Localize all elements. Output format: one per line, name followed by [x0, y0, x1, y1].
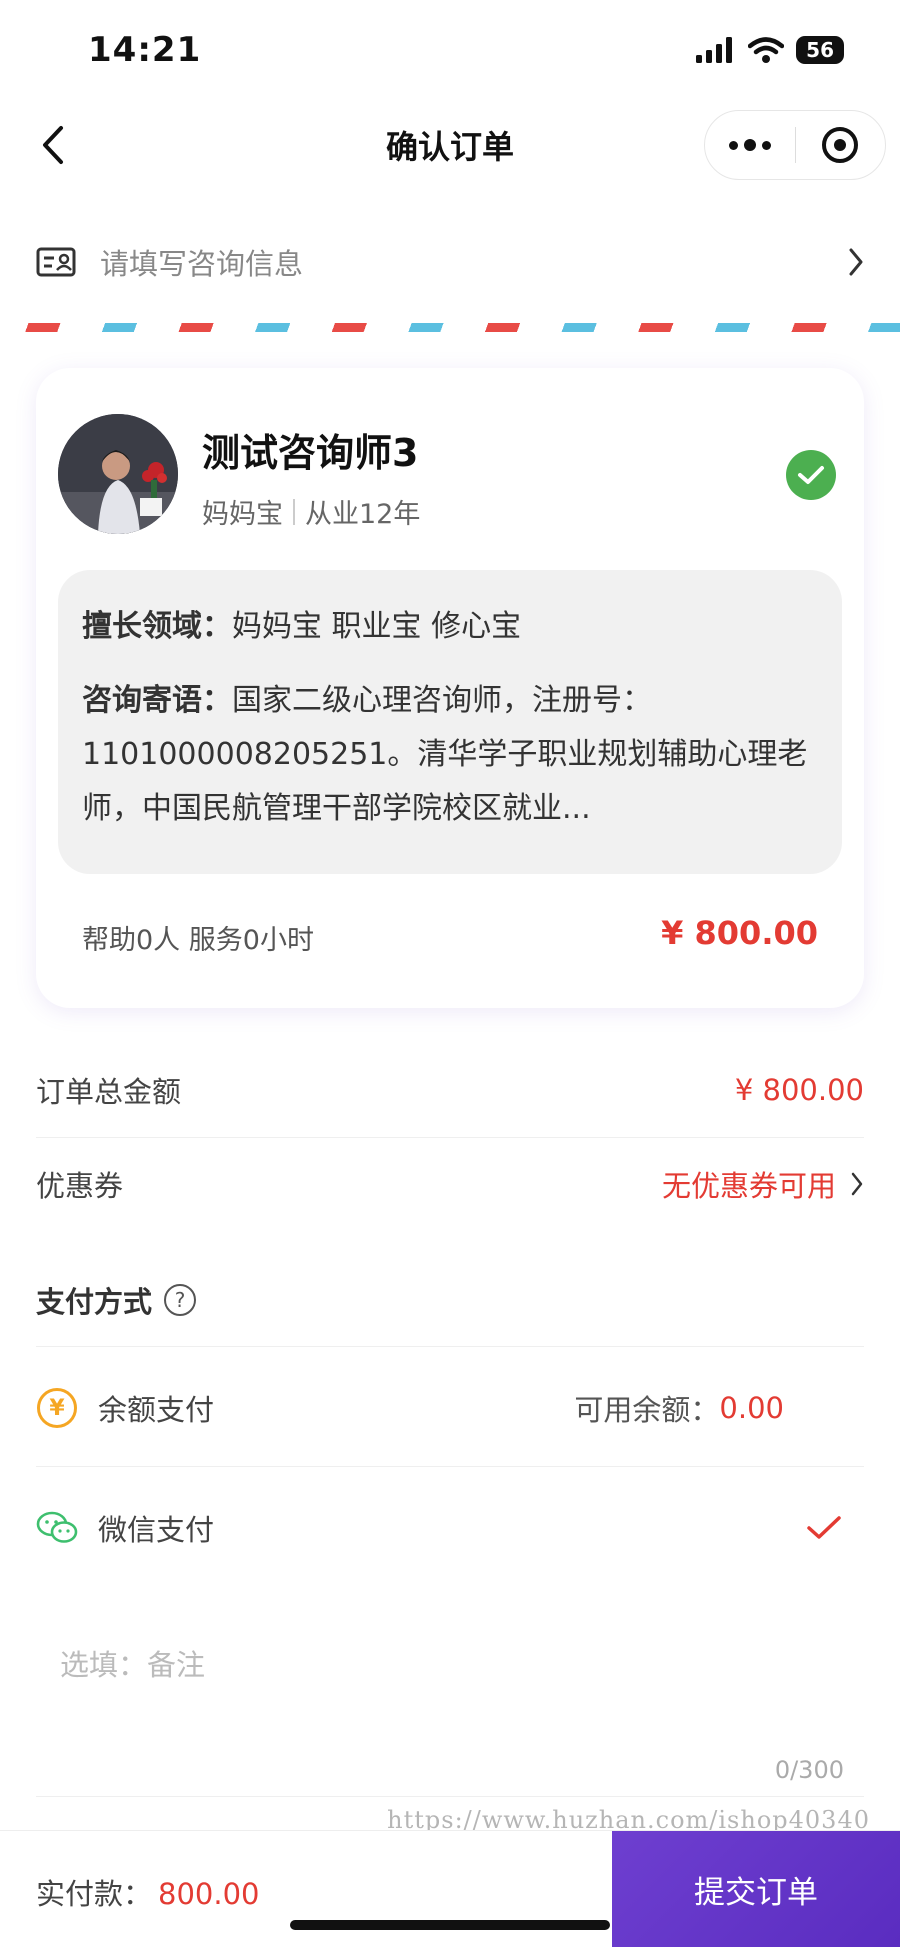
counselor-meta: 妈妈宝 从业12年 [202, 492, 420, 531]
submit-order-button[interactable]: 提交订单 [612, 1831, 900, 1947]
consult-info-row[interactable]: 请填写咨询信息 [0, 218, 900, 306]
home-indicator [290, 1920, 610, 1930]
signal-icon [696, 37, 733, 63]
counselor-price: ¥ 800.00 [661, 914, 818, 952]
meta-divider [293, 498, 295, 525]
counselor-info-box: 擅长领域：妈妈宝 职业宝 修心宝 咨询寄语：国家二级心理咨询师，注册号：1101… [58, 570, 842, 874]
help-icon[interactable]: ? [164, 1284, 197, 1316]
divider [36, 1137, 864, 1138]
nav-bar: 确认订单 [0, 100, 900, 190]
chevron-right-icon [851, 1172, 863, 1196]
balance-pay-option[interactable]: ¥ 余额支付 可用余额： 0.00 [36, 1378, 864, 1438]
status-bar: 14:21 56 [0, 0, 900, 100]
checkmark-icon [807, 1516, 841, 1539]
coupon-row[interactable]: 优惠券 无优惠券可用 [36, 1154, 864, 1214]
avatar [58, 414, 178, 534]
remark-input[interactable] [60, 1648, 820, 1682]
specialty-label: 擅长领域： [82, 609, 232, 644]
payable-label: 实付款： [36, 1877, 153, 1911]
order-total-value: ¥ 800.00 [734, 1073, 864, 1107]
wechat-icon [36, 1507, 78, 1549]
divider [36, 1466, 864, 1467]
id-card-icon [36, 247, 76, 277]
status-icons: 56 [696, 36, 844, 64]
consult-info-placeholder: 请填写咨询信息 [100, 247, 304, 281]
divider [36, 1796, 864, 1797]
capsule-menu [704, 110, 886, 180]
coupon-label: 优惠券 [36, 1169, 124, 1203]
wifi-icon [748, 37, 785, 63]
divider [36, 1346, 864, 1347]
balance-label: 可用余额： [574, 1393, 720, 1427]
balance-pay-label: 余额支付 [98, 1393, 215, 1427]
target-icon [822, 127, 859, 163]
wechat-pay-label: 微信支付 [98, 1513, 215, 1547]
order-total-label: 订单总金额 [36, 1075, 182, 1109]
more-dots-icon [728, 140, 738, 150]
order-total-row: 订单总金额 ¥ 800.00 [36, 1060, 864, 1120]
checkmark-icon [798, 466, 824, 484]
battery-indicator: 56 [796, 36, 844, 64]
balance-value: 0.00 [719, 1391, 784, 1425]
status-time: 14:21 [88, 30, 202, 70]
airmail-border [0, 323, 900, 332]
specialty-line: 擅长领域：妈妈宝 职业宝 修心宝 [82, 600, 818, 654]
counselor-experience: 从业12年 [305, 499, 421, 530]
wechat-pay-option[interactable]: 微信支付 [36, 1498, 864, 1558]
counselor-tag: 妈妈宝 [202, 499, 283, 530]
specialty-value: 妈妈宝 职业宝 修心宝 [232, 609, 522, 644]
counselor-name: 测试咨询师3 [202, 431, 419, 475]
selected-check-badge[interactable] [786, 450, 836, 500]
payment-title: 支付方式 [36, 1285, 153, 1319]
counselor-card[interactable]: 测试咨询师3 妈妈宝 从业12年 擅长领域：妈妈宝 职业宝 修心宝 咨询寄语：国… [36, 368, 864, 1008]
motto-label: 咨询寄语： [82, 683, 232, 718]
payment-title-row: 支付方式 ? [36, 1272, 864, 1328]
more-button[interactable] [705, 110, 795, 180]
chevron-right-icon [849, 248, 863, 276]
motto-text: 咨询寄语：国家二级心理咨询师，注册号：1101000008205251。清华学子… [82, 674, 818, 836]
counselor-stats: 帮助0人 服务0小时 [82, 925, 314, 956]
payable-total: 实付款： 800.00 [36, 1871, 260, 1913]
remark-counter: 0/300 [774, 1756, 844, 1784]
coupon-value: 无优惠券可用 [661, 1169, 836, 1203]
close-miniprogram-button[interactable] [796, 110, 886, 180]
yen-circle-icon: ¥ [36, 1387, 78, 1429]
payable-value: 800.00 [158, 1877, 260, 1911]
